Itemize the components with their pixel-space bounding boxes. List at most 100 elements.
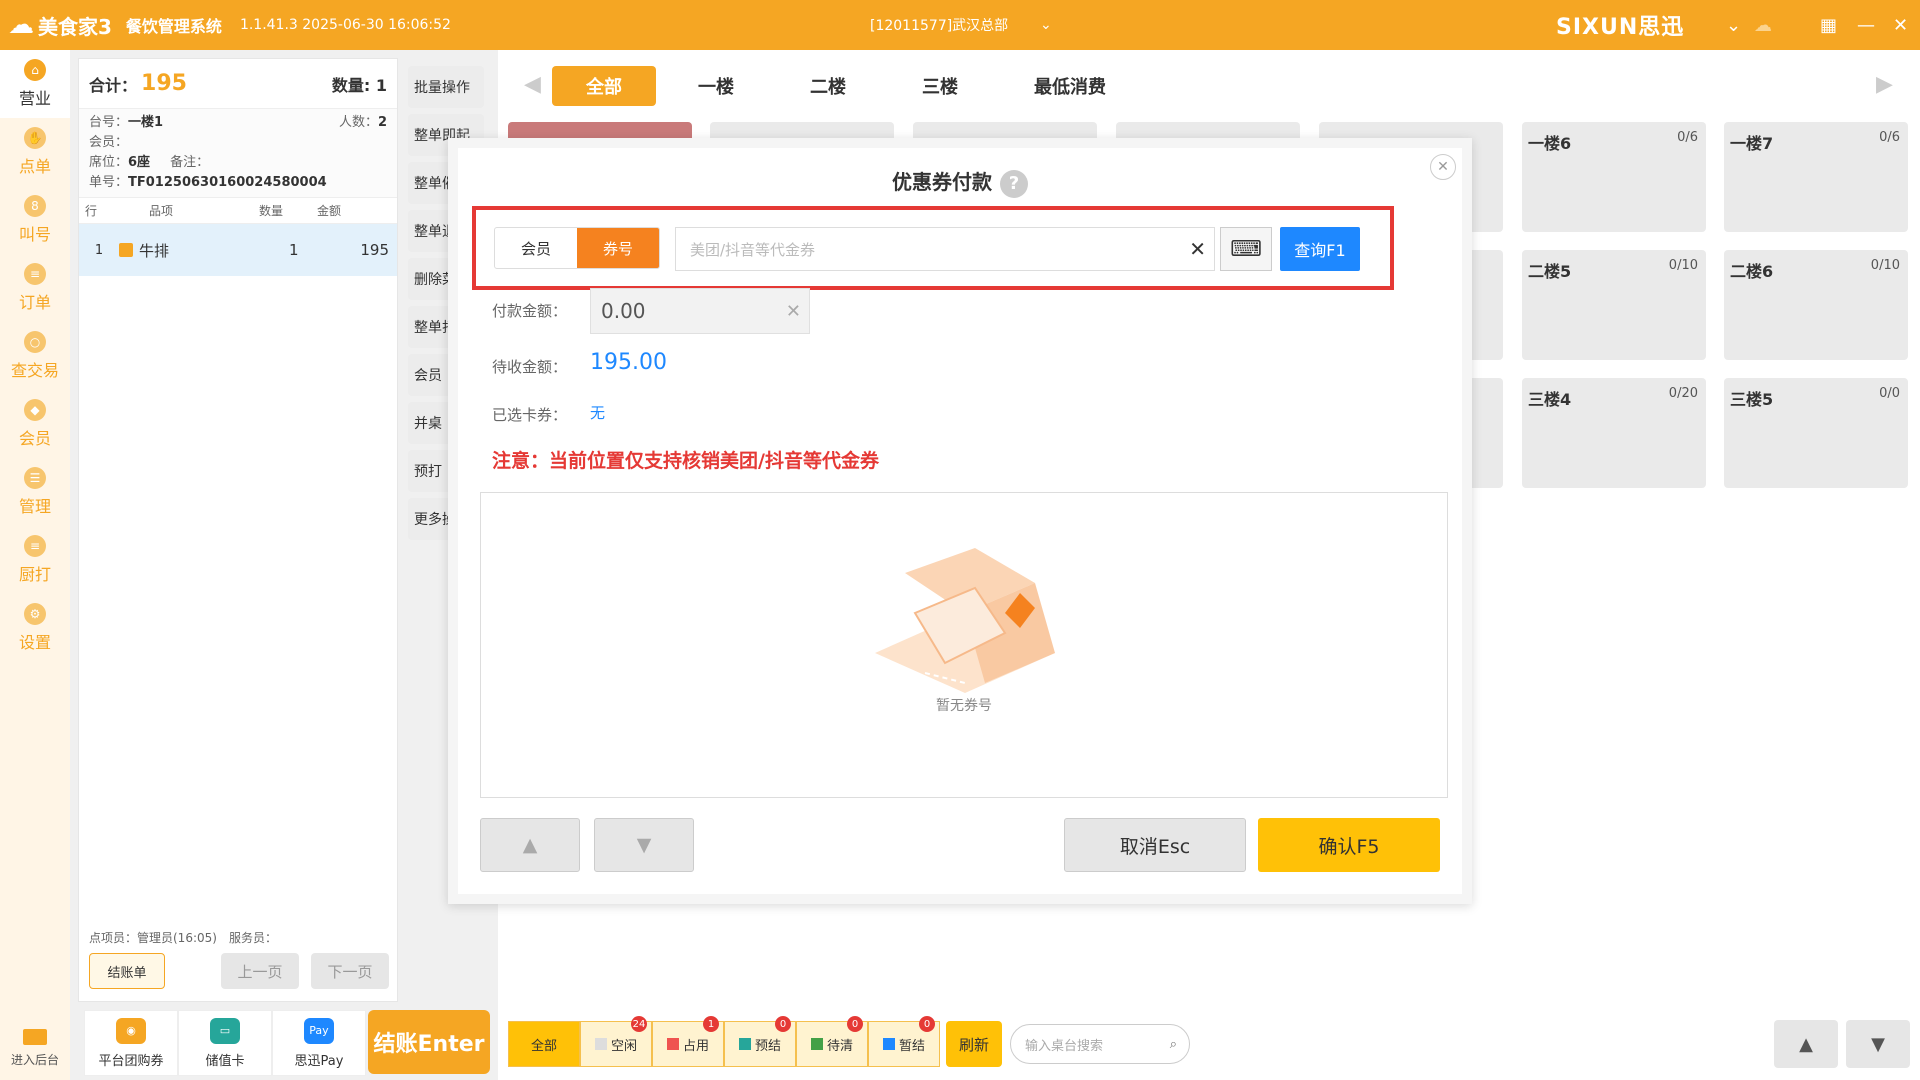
col-qty: 数量	[259, 204, 284, 218]
table-count: 0/20	[1668, 386, 1698, 401]
close-icon[interactable]: ✕	[1893, 15, 1908, 36]
table-card[interactable]: 三楼4 0/20	[1522, 378, 1706, 488]
coupon-payment-dialog: 优惠券付款? ✕ 会员 券号 美团/抖音等代金券 ✕ ⌨ 查询F1 付款金额： …	[448, 138, 1472, 904]
chevron-down-icon[interactable]: ⌄	[1726, 15, 1741, 36]
coupon-placeholder: 美团/抖音等代金券	[690, 240, 816, 259]
side-op-batch[interactable]: 批量操作	[408, 66, 484, 108]
store-selector[interactable]: [12011577]武汉总部	[870, 15, 1008, 35]
qrcode-icon[interactable]: ▦	[1820, 15, 1837, 36]
seat-label: 席位：	[89, 155, 129, 170]
nav-item-member[interactable]: ◆ 会员	[0, 390, 70, 458]
ticket-icon: 8	[24, 195, 46, 217]
tab-floor-2[interactable]: 二楼	[776, 66, 880, 106]
dialog-title: 优惠券付款?	[458, 166, 1462, 198]
nav-item-call[interactable]: 8 叫号	[0, 186, 70, 254]
status-filter-occupied[interactable]: 占用 1	[652, 1016, 724, 1067]
status-label: 待清	[826, 1038, 853, 1054]
gear-icon: ⚙	[24, 603, 46, 625]
enter-backend-button[interactable]: 进入后台	[0, 1029, 70, 1068]
tab-all[interactable]: 全部	[552, 66, 656, 106]
nav-item-transactions[interactable]: ○ 查交易	[0, 322, 70, 390]
version-text: 1.1.41.3 2025-06-30 16:06:52	[239, 17, 451, 33]
status-label: 预结	[754, 1038, 781, 1054]
sixun-pay-button[interactable]: Pay 思迅Pay	[272, 1010, 366, 1076]
chevron-down-icon[interactable]: ⌄	[1040, 17, 1052, 33]
list-icon: ☰	[24, 467, 46, 489]
status-filter-all[interactable]: 全部	[508, 1021, 580, 1067]
coupon-input[interactable]: 美团/抖音等代金券 ✕	[675, 227, 1215, 271]
table-card[interactable]: 一楼7 0/6	[1724, 122, 1908, 232]
table-card[interactable]: 二楼6 0/10	[1724, 250, 1908, 360]
stored-card-button[interactable]: ▭ 储值卡	[178, 1010, 272, 1076]
nav-item-kitchen-print[interactable]: ≡ 厨打	[0, 526, 70, 594]
platform-coupon-button[interactable]: ◉ 平台团购券	[84, 1010, 178, 1076]
table-card[interactable]: 一楼6 0/6	[1522, 122, 1706, 232]
scroll-down-button[interactable]: ▼	[1846, 1020, 1910, 1068]
diamond-icon: ◆	[24, 399, 46, 421]
checkout-button[interactable]: 结账Enter	[368, 1010, 490, 1074]
query-button[interactable]: 查询F1	[1280, 227, 1360, 271]
arrow-right-icon[interactable]: ▶	[1876, 72, 1893, 97]
mode-coupon-tab[interactable]: 券号	[577, 228, 659, 268]
pay-amount-input[interactable]: 0.00 ✕	[590, 288, 810, 334]
status-filter-to-clean[interactable]: 待清 0	[796, 1016, 868, 1067]
due-amount-label: 待收金额：	[492, 358, 568, 376]
pay-amount-label: 付款金额：	[492, 302, 568, 320]
coupon-icon: ◉	[116, 1017, 146, 1044]
prev-page-button[interactable]: 上一页	[221, 953, 299, 989]
search-icon: ○	[24, 331, 46, 353]
nav-item-orders[interactable]: ≡ 订单	[0, 254, 70, 322]
tab-floor-1[interactable]: 一楼	[664, 66, 768, 106]
status-color-swatch	[594, 1038, 607, 1050]
status-filter-idle[interactable]: 空闲 24	[580, 1016, 652, 1067]
confirm-button[interactable]: 确认F5	[1258, 818, 1440, 872]
table-card[interactable]: 三楼5 0/0	[1724, 378, 1908, 488]
empty-box-illustration	[875, 548, 1055, 693]
bill-button[interactable]: 结账单	[89, 953, 165, 989]
status-badge: 0	[847, 1016, 863, 1032]
total-value: 195	[141, 71, 187, 96]
pay-bar: ◉ 平台团购券 ▭ 储值卡 Pay 思迅Pay 结账Enter	[84, 1010, 490, 1076]
refresh-button[interactable]: 刷新	[946, 1021, 1002, 1067]
scroll-up-button[interactable]: ▲	[480, 818, 580, 872]
order-line[interactable]: 1 牛排 1 195	[79, 224, 397, 276]
next-page-button[interactable]: 下一页	[311, 953, 389, 989]
help-icon[interactable]: ?	[1000, 170, 1028, 198]
close-icon[interactable]: ✕	[1430, 154, 1456, 180]
status-badge: 1	[703, 1016, 719, 1032]
mode-member-tab[interactable]: 会员	[495, 228, 577, 268]
table-search-input[interactable]: 输入桌台搜索 ⌕	[1010, 1024, 1190, 1064]
status-color-swatch	[810, 1038, 823, 1050]
status-filter-presettle[interactable]: 预结 0	[724, 1016, 796, 1067]
tab-floor-3[interactable]: 三楼	[888, 66, 992, 106]
remark-label: 备注：	[170, 155, 210, 170]
clear-icon[interactable]: ✕	[786, 301, 801, 322]
status-filter-suspended[interactable]: 暂结 0	[868, 1016, 940, 1067]
table-name: 一楼7	[1730, 134, 1774, 153]
keyboard-icon[interactable]: ⌨	[1220, 227, 1272, 271]
scroll-down-button[interactable]: ▼	[594, 818, 694, 872]
search-icon[interactable]: ⌕	[1170, 1037, 1177, 1052]
nav-item-business[interactable]: ⌂ 营业	[0, 50, 70, 118]
cloud-sync-icon[interactable]: ☁	[1754, 15, 1772, 36]
clear-icon[interactable]: ✕	[1189, 237, 1206, 261]
nav-item-order[interactable]: ✋ 点单	[0, 118, 70, 186]
coupon-list: 暂无券号	[480, 492, 1448, 798]
status-badge: 0	[919, 1016, 935, 1032]
qty-summary: 数量: 1	[332, 72, 387, 96]
printer-icon: ≡	[24, 535, 46, 557]
table-count: 0/0	[1879, 386, 1900, 401]
nav-label: 订单	[18, 293, 51, 312]
nav-item-settings[interactable]: ⚙ 设置	[0, 594, 70, 662]
brand-logo: SIXUN思迅	[1556, 15, 1685, 40]
tab-min-spend[interactable]: 最低消费	[1000, 66, 1140, 106]
pay-icon: Pay	[304, 1017, 334, 1044]
minimize-icon[interactable]: —	[1857, 15, 1875, 36]
cancel-button[interactable]: 取消Esc	[1064, 818, 1246, 872]
card-icon: ▭	[210, 1017, 240, 1044]
nav-item-manage[interactable]: ☰ 管理	[0, 458, 70, 526]
arrow-left-icon[interactable]: ◀	[524, 72, 541, 97]
scroll-up-button[interactable]: ▲	[1774, 1020, 1838, 1068]
table-card[interactable]: 二楼5 0/10	[1522, 250, 1706, 360]
nav-label: 点单	[18, 157, 51, 176]
